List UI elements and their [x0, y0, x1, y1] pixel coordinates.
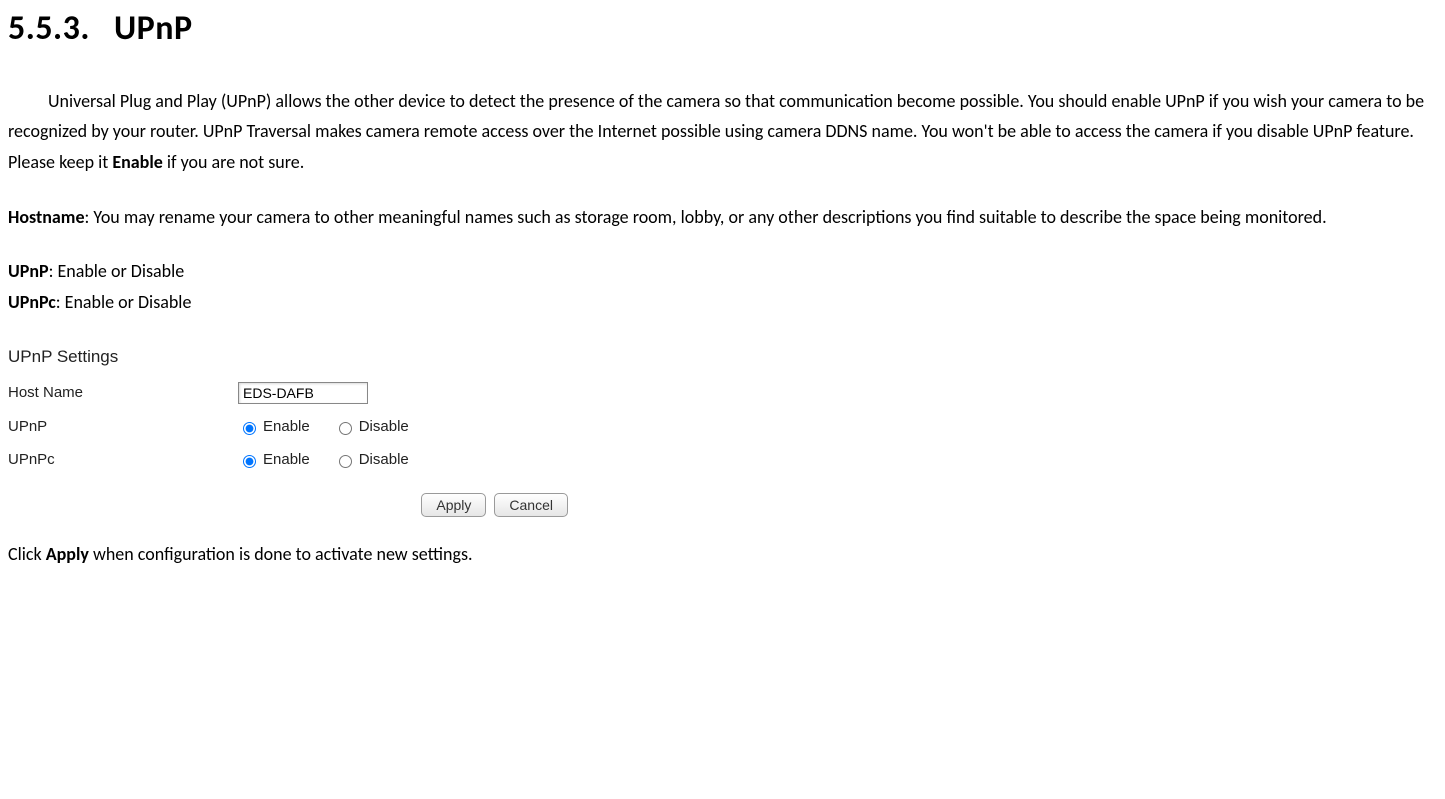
upnp-disable-radio[interactable] — [339, 422, 352, 435]
upnp-row: UPnP Enable Disable — [8, 414, 568, 440]
hostname-row: Host Name — [8, 380, 568, 406]
upnp-enable-radio[interactable] — [243, 422, 256, 435]
upnp-disable-option[interactable]: Disable — [334, 414, 409, 440]
intro-text-bold: Enable — [112, 151, 162, 173]
hostname-input[interactable] — [238, 382, 368, 404]
section-heading: 5.5.3. UPnP — [8, 0, 1437, 58]
button-row: Apply Cancel — [8, 493, 568, 517]
section-number: 5.5.3. — [8, 8, 90, 49]
upnpc-row: UPnPc Enable Disable — [8, 447, 568, 473]
section-title: UPnP — [114, 8, 193, 49]
footer-bold: Apply — [46, 543, 89, 565]
intro-text-after: if you are not sure. — [163, 151, 305, 173]
cancel-button[interactable]: Cancel — [494, 493, 568, 517]
apply-button[interactable]: Apply — [421, 493, 486, 517]
upnpc-paragraph: UPnPc: Enable or Disable — [8, 287, 1437, 318]
intro-paragraph: Universal Plug and Play (UPnP) allows th… — [8, 86, 1437, 178]
upnp-enable-option[interactable]: Enable — [238, 414, 310, 440]
hostname-field-label: Host Name — [8, 380, 238, 406]
hostname-term: Hostname — [8, 206, 85, 228]
footer-paragraph: Click Apply when configuration is done t… — [8, 539, 1437, 570]
upnp-field-label: UPnP — [8, 414, 238, 440]
hostname-description: : You may rename your camera to other me… — [85, 206, 1327, 228]
upnpc-disable-option[interactable]: Disable — [334, 447, 409, 473]
upnp-paragraph: UPnP: Enable or Disable — [8, 256, 1437, 287]
upnpc-enable-text: Enable — [263, 447, 310, 473]
upnpc-disable-radio[interactable] — [339, 455, 352, 468]
upnp-settings-panel: UPnP Settings Host Name UPnP Enable Disa… — [8, 343, 568, 516]
upnpc-disable-text: Disable — [359, 447, 409, 473]
upnp-disable-text: Disable — [359, 414, 409, 440]
panel-title: UPnP Settings — [8, 343, 568, 372]
footer-before: Click — [8, 543, 46, 565]
upnp-term: UPnP — [8, 260, 49, 282]
hostname-paragraph: Hostname: You may rename your camera to … — [8, 202, 1437, 233]
upnpc-enable-radio[interactable] — [243, 455, 256, 468]
upnpc-term: UPnPc — [8, 291, 56, 313]
upnpc-field-label: UPnPc — [8, 447, 238, 473]
footer-after: when configuration is done to activate n… — [89, 543, 473, 565]
upnp-description: : Enable or Disable — [49, 260, 185, 282]
upnp-enable-text: Enable — [263, 414, 310, 440]
upnpc-enable-option[interactable]: Enable — [238, 447, 310, 473]
upnpc-description: : Enable or Disable — [56, 291, 192, 313]
